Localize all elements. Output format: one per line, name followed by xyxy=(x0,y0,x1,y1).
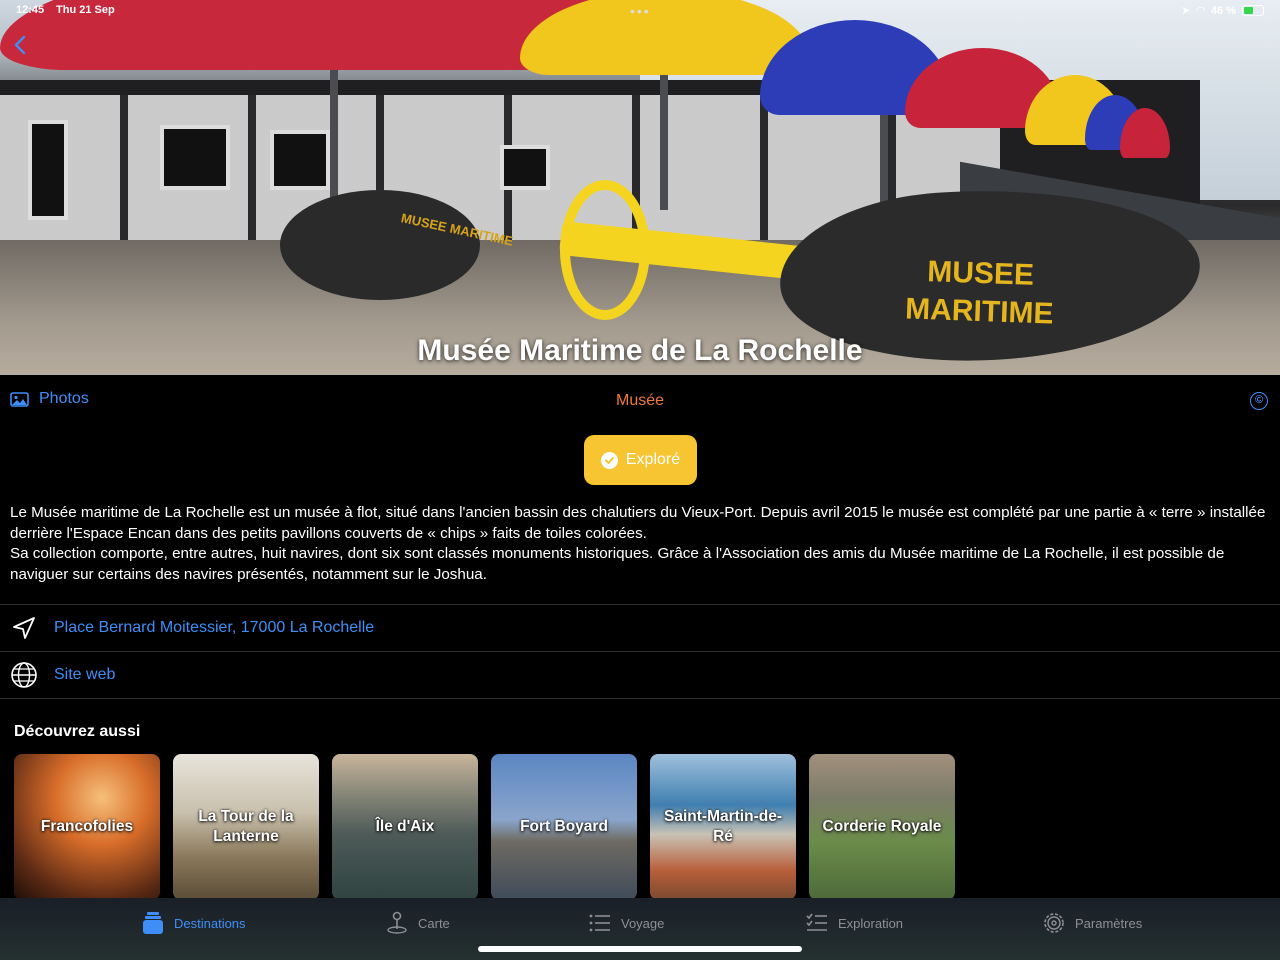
divider xyxy=(0,698,1280,699)
hero-window xyxy=(270,130,330,190)
description-paragraph: Sa collection comporte, entre autres, hu… xyxy=(10,545,1225,583)
destinations-icon xyxy=(143,912,163,934)
tab-label: Carte xyxy=(418,915,450,931)
tab-label: Voyage xyxy=(621,915,665,931)
card-label: Fort Boyard xyxy=(520,818,608,835)
tab-voyage[interactable]: Voyage xyxy=(589,910,664,936)
checklist-icon xyxy=(806,913,827,931)
small-buoy xyxy=(280,190,480,300)
wifi-icon: ◠ xyxy=(1196,5,1205,17)
discover-title: Découvrez aussi xyxy=(14,723,141,740)
navigation-arrow-icon xyxy=(10,614,38,642)
description: Le Musée maritime de La Rochelle est un … xyxy=(10,503,1272,585)
website-row[interactable]: Site web xyxy=(0,652,1280,698)
discover-card-tour-lanterne[interactable]: La Tour de la Lanterne xyxy=(173,754,319,900)
large-buoy-text: MUSEE MARITIME xyxy=(904,255,1055,331)
gear-icon xyxy=(1044,913,1064,933)
info-row: Photos Musée © xyxy=(0,388,1280,416)
status-date: Thu 21 Sep xyxy=(56,4,115,16)
location-icon: ➤ xyxy=(1181,5,1191,17)
discover-carousel: Francofolies La Tour de la Lanterne Île … xyxy=(14,754,955,900)
page-title: Musée Maritime de La Rochelle xyxy=(417,334,863,367)
explored-label: Exploré xyxy=(625,451,681,468)
tab-carte[interactable]: Carte xyxy=(386,910,450,936)
tab-label: Paramètres xyxy=(1075,915,1143,931)
discover-card-fort-boyard[interactable]: Fort Boyard xyxy=(491,754,637,900)
tab-parametres[interactable]: Paramètres xyxy=(1043,910,1142,936)
category-label: Musée xyxy=(615,392,665,409)
discover-card-francofolies[interactable]: Francofolies xyxy=(14,754,160,900)
discover-card-saint-martin[interactable]: Saint-Martin-de-Ré xyxy=(650,754,796,900)
discover-card-corderie-royale[interactable]: Corderie Royale xyxy=(809,754,955,900)
checkmark-icon xyxy=(600,451,618,469)
battery-icon xyxy=(1242,5,1264,16)
battery-percent: 46 % xyxy=(1210,4,1236,17)
hero-window xyxy=(28,120,68,220)
home-indicator[interactable] xyxy=(478,946,802,952)
multitasking-dots-icon[interactable]: ••• xyxy=(630,4,651,18)
tab-label: Destinations xyxy=(174,915,246,931)
card-label: La Tour de la Lanterne xyxy=(198,808,294,845)
address-link[interactable]: Place Bernard Moitessier, 17000 La Roche… xyxy=(54,619,374,637)
description-paragraph: Le Musée maritime de La Rochelle est un … xyxy=(10,504,1266,542)
card-label: Île d'Aix xyxy=(375,818,435,835)
hero-window xyxy=(160,125,230,190)
card-label: Corderie Royale xyxy=(822,818,942,835)
back-chevron-icon[interactable] xyxy=(10,32,32,58)
copyright-icon[interactable]: © xyxy=(1250,392,1268,410)
map-pin-icon xyxy=(387,911,407,934)
tab-label: Exploration xyxy=(838,915,904,931)
tab-destinations[interactable]: Destinations xyxy=(142,910,246,936)
tab-exploration[interactable]: Exploration xyxy=(806,910,903,936)
status-time: 12:45 xyxy=(16,4,45,16)
website-link[interactable]: Site web xyxy=(54,666,115,684)
discover-card-ile-aix[interactable]: Île d'Aix xyxy=(332,754,478,900)
card-label: Francofolies xyxy=(40,818,134,835)
explored-button[interactable]: Exploré xyxy=(584,435,697,485)
hero-window xyxy=(500,145,550,190)
list-icon xyxy=(589,914,610,932)
globe-icon xyxy=(10,661,38,689)
hero-image: MUSEE MARITIME MUSEE MARITIME xyxy=(0,0,1280,375)
card-label: Saint-Martin-de-Ré xyxy=(664,808,782,845)
status-right: ➤ ◠ 46 % xyxy=(1181,4,1264,17)
address-row[interactable]: Place Bernard Moitessier, 17000 La Roche… xyxy=(0,605,1280,651)
